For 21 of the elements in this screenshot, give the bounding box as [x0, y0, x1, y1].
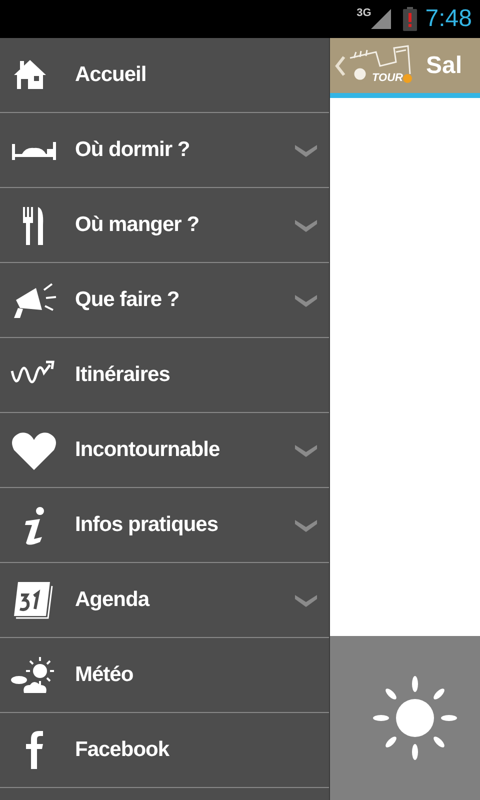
menu-item[interactable]: Agenda	[0, 563, 329, 638]
sun-icon	[373, 676, 457, 760]
menu-item[interactable]: Incontournable	[0, 413, 329, 488]
menu-item[interactable]: Itinéraires	[0, 338, 329, 413]
back-icon[interactable]	[334, 54, 346, 76]
network-type: 3G	[356, 8, 372, 19]
menu-item[interactable]: Accueil	[0, 38, 329, 113]
page-title: Sal	[426, 50, 462, 80]
battery-warning-icon	[403, 7, 418, 31]
logo-text: TOUR	[372, 71, 403, 86]
menu-item[interactable]: Où dormir ?	[0, 113, 329, 188]
heart-icon	[10, 430, 58, 470]
clock-time: 7:48	[425, 7, 472, 31]
menu-item[interactable]: Que faire ?	[0, 263, 329, 338]
facebook-icon	[26, 731, 42, 769]
menu-item[interactable]: Où manger ?	[0, 188, 329, 263]
menu-item[interactable]: Facebook	[0, 713, 329, 788]
signal-icon	[371, 9, 392, 29]
dot-icon	[402, 74, 412, 83]
menu-item[interactable]: Météo	[0, 638, 329, 713]
menu-item[interactable]: Infos pratiques	[0, 488, 329, 563]
